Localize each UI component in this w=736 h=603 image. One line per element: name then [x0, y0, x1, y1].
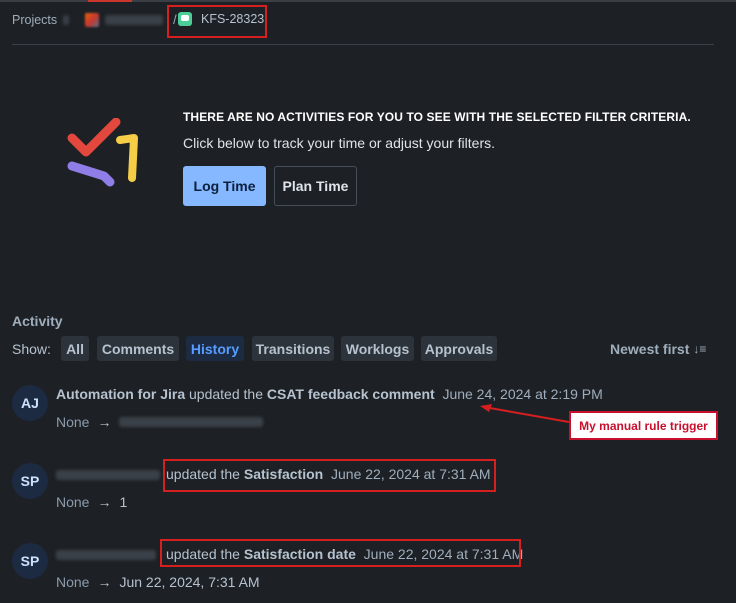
- header-divider: [12, 44, 714, 45]
- change-arrow-icon: →: [97, 414, 112, 430]
- new-value: Jun 22, 2024, 7:31 AM: [119, 574, 260, 590]
- filter-history[interactable]: History: [186, 336, 244, 361]
- log-time-button[interactable]: Log Time: [183, 166, 266, 206]
- redacted-author[interactable]: [56, 550, 156, 560]
- annotation-box-satisfaction-date: [160, 539, 521, 567]
- history-entry-change: None → Jun 22, 2024, 7:31 AM: [56, 574, 260, 590]
- history-entry-change: None → 1: [56, 494, 127, 510]
- sort-button[interactable]: Newest first ↓≡: [610, 341, 706, 357]
- empty-state-illustration: [67, 118, 138, 187]
- avatar[interactable]: SP: [12, 463, 48, 499]
- annotation-arrow: [480, 404, 570, 423]
- change-arrow-icon: →: [97, 494, 112, 510]
- redacted-author[interactable]: [56, 470, 160, 480]
- entry-field: CSAT feedback comment: [266, 386, 435, 402]
- annotation-box-issue-key: [167, 5, 267, 38]
- entry-action: updated the: [189, 386, 263, 402]
- filter-worklogs[interactable]: Worklogs: [341, 336, 414, 361]
- show-label: Show:: [12, 341, 51, 357]
- breadcrumb: Projects /: [12, 12, 185, 28]
- breadcrumb-projects[interactable]: Projects: [12, 13, 57, 27]
- empty-state-subtitle: Click below to track your time or adjust…: [183, 135, 495, 151]
- top-border-highlight: [88, 0, 132, 2]
- filter-approvals[interactable]: Approvals: [421, 336, 497, 361]
- redacted-text: [63, 15, 70, 25]
- empty-state-title: THERE ARE NO ACTIVITIES FOR YOU TO SEE W…: [183, 110, 691, 124]
- entry-author[interactable]: Automation for Jira: [56, 386, 185, 402]
- filter-transitions[interactable]: Transitions: [252, 336, 334, 361]
- old-value: None: [56, 414, 90, 430]
- old-value: None: [56, 574, 90, 590]
- new-value: 1: [119, 494, 128, 510]
- avatar[interactable]: AJ: [12, 385, 48, 421]
- annotation-callout: My manual rule trigger: [569, 411, 718, 440]
- filter-all[interactable]: All: [61, 336, 89, 361]
- redacted-project-name[interactable]: [105, 15, 164, 25]
- annotation-box-satisfaction: [163, 459, 496, 492]
- plan-time-button[interactable]: Plan Time: [274, 166, 357, 206]
- project-avatar-icon[interactable]: [85, 13, 100, 27]
- old-value: None: [56, 494, 90, 510]
- avatar[interactable]: SP: [12, 543, 48, 579]
- change-arrow-icon: →: [97, 574, 112, 590]
- filter-comments[interactable]: Comments: [97, 336, 179, 361]
- sort-label: Newest first: [610, 341, 690, 357]
- sort-descending-icon: ↓≡: [693, 342, 707, 356]
- redacted-new-value: [119, 417, 264, 427]
- activity-heading: Activity: [12, 313, 63, 329]
- history-entry-change: None →: [56, 414, 264, 430]
